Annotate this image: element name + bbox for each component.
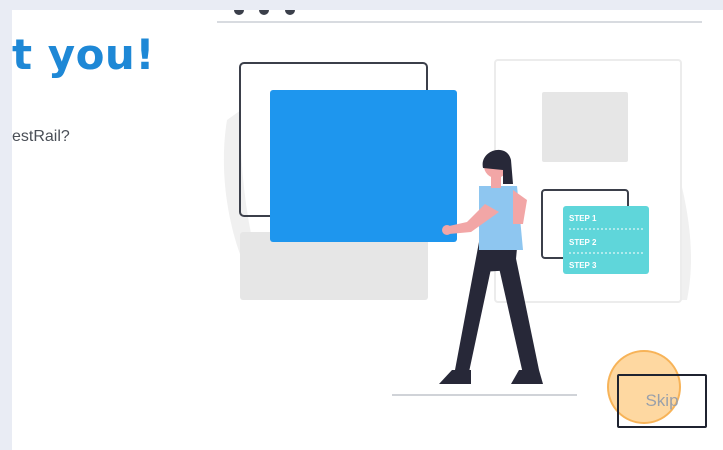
step-label-2: STEP 2 [569,238,597,247]
skip-area: Skip [607,350,707,431]
onboarding-card: t you! estRail? STEP 1 STEP 2 STEP 3 Ski… [12,10,723,450]
panel-block [542,92,628,162]
step-label-1: STEP 1 [569,214,597,223]
step-label-3: STEP 3 [569,261,597,270]
skip-button[interactable]: Skip [617,374,707,428]
device-top-bar [217,10,702,23]
onboarding-question: estRail? [12,128,70,145]
grey-card [240,232,428,300]
page-title: t you! [12,30,155,79]
blue-card [270,90,457,242]
